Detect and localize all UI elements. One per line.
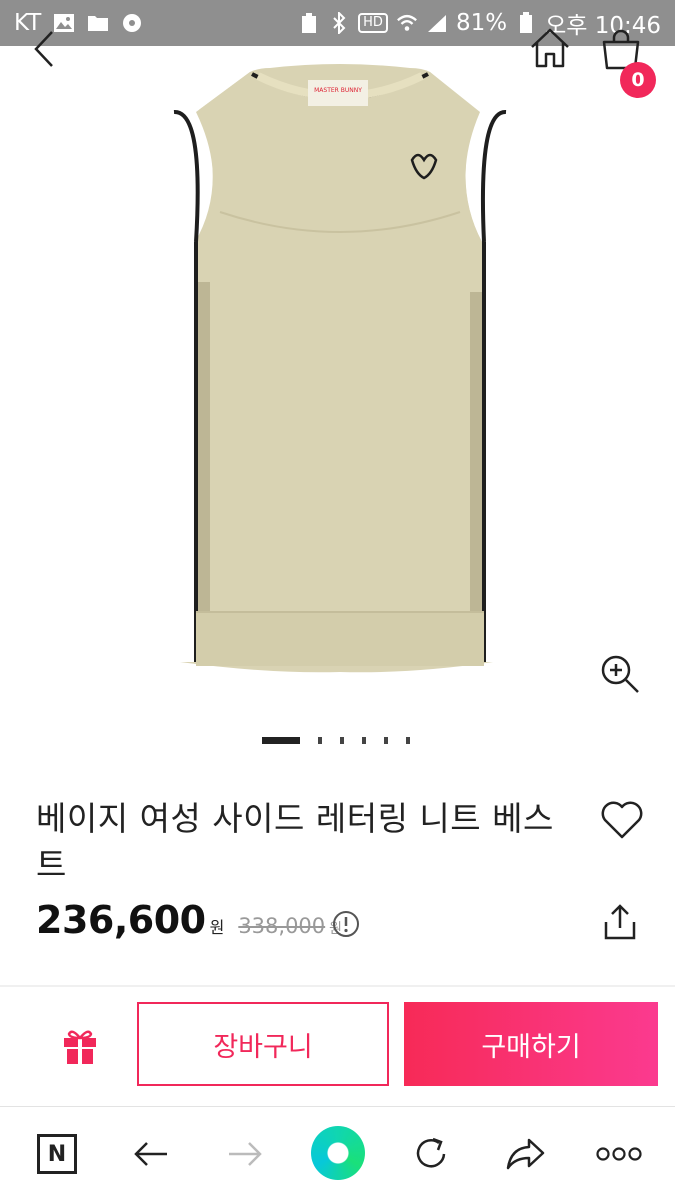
bluetooth-icon [328,12,350,34]
product-title: 베이지 여성 사이드 레터링 니트 베스트 [36,799,554,884]
battery-percent: 81% [455,10,508,36]
original-price: 338,000 [238,914,326,938]
green-dot-icon [311,1126,365,1180]
pagination-dot[interactable] [340,737,344,744]
status-bar: KT HD 81% 오후 10:46 [0,0,675,46]
hd-badge: HD [358,13,388,33]
svg-text:MASTER BUNNY: MASTER BUNNY [314,87,362,94]
disc-notification-icon [121,12,143,34]
price-row: 236,600 원 338,000 원 [36,898,342,942]
pagination-dot[interactable] [362,737,366,744]
wifi-icon [396,12,418,34]
browser-forward-icon[interactable] [222,1131,268,1177]
share-icon[interactable] [602,902,638,942]
browser-back-icon[interactable] [128,1131,174,1177]
home-icon[interactable] [528,26,572,70]
naver-logo: N [37,1134,77,1174]
info-icon[interactable] [332,910,360,938]
back-icon[interactable] [26,24,66,74]
pagination-dot-active[interactable] [262,737,300,744]
cart-count-badge: 0 [620,62,656,98]
refresh-icon[interactable] [408,1131,454,1177]
zoom-icon[interactable] [598,652,642,696]
price-unit: 원 [209,918,225,937]
folder-notification-icon [87,12,109,34]
share-arrow-icon[interactable] [502,1131,548,1177]
pagination-dot[interactable] [384,737,388,744]
pagination-dot[interactable] [318,737,322,744]
pagination-dot[interactable] [406,737,410,744]
green-dot-button[interactable] [310,1125,366,1181]
more-icon[interactable] [594,1131,644,1177]
add-to-cart-button[interactable]: 장바구니 [137,1002,389,1086]
recycle-icon [298,12,320,34]
naver-home-button[interactable]: N [34,1131,80,1177]
gift-icon[interactable] [60,1026,100,1066]
signal-icon [426,12,448,34]
sale-price: 236,600 [36,898,206,942]
heart-icon[interactable] [600,800,644,840]
section-divider [0,985,675,987]
image-pagination [262,737,410,744]
product-image[interactable]: MASTER BUNNY [160,62,520,674]
buy-now-button[interactable]: 구매하기 [404,1002,658,1086]
browser-toolbar: N [0,1106,675,1201]
